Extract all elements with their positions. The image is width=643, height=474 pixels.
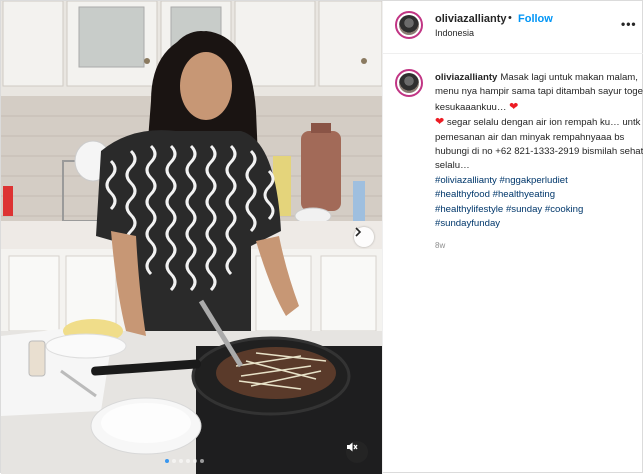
avatar[interactable] [395,11,423,39]
hashtag-link[interactable]: #sundayfunday [435,218,500,229]
chevron-right-icon [355,227,362,237]
video-frame-illustration [1,1,382,474]
hashtag-link[interactable]: #healthylifestyle [435,204,503,215]
hashtag-link[interactable]: #oliviazallianty [435,175,497,186]
hashtag-link[interactable]: #cooking [545,204,583,215]
carousel-dot [165,459,169,463]
post-age: 8w [435,241,446,250]
avatar[interactable] [395,69,423,97]
hashtag-link[interactable]: #healthyeating [493,189,555,200]
separator-dot: • [508,12,512,24]
post-video[interactable] [1,1,382,474]
mute-toggle-button[interactable] [346,441,368,463]
caption-username-link[interactable]: oliviazallianty [435,72,497,83]
carousel-dot [193,459,197,463]
carousel-dot [179,459,183,463]
caption-line-2: segar selalu dengan air ion rempah ku… u… [435,117,643,172]
hashtag-link[interactable]: #sunday [506,204,542,215]
carousel-indicator [165,459,204,463]
heart-emoji-icon: ❤ [435,116,445,129]
avatar-image [399,73,419,93]
speaker-muted-icon [347,442,358,452]
next-media-button[interactable] [354,227,374,247]
carousel-dot [200,459,204,463]
post-header: oliviazallianty • Follow Indonesia ••• [383,1,643,54]
username-link[interactable]: oliviazallianty [435,13,507,25]
instagram-post: oliviazallianty • Follow Indonesia ••• o… [0,0,643,474]
carousel-dot [172,459,176,463]
heart-emoji-icon: ❤ [509,100,519,113]
hashtag-link[interactable]: #nggakperludiet [500,175,568,186]
post-details-panel: oliviazallianty • Follow Indonesia ••• o… [382,1,643,474]
more-options-icon[interactable]: ••• [621,17,637,31]
caption-text: oliviazallianty Masak lagi untuk makan ma… [435,71,643,231]
carousel-dot [186,459,190,463]
location-link[interactable]: Indonesia [435,28,474,38]
avatar-image [399,15,419,35]
follow-button[interactable]: Follow [518,13,553,25]
hashtag-link[interactable]: #healthyfood [435,189,490,200]
